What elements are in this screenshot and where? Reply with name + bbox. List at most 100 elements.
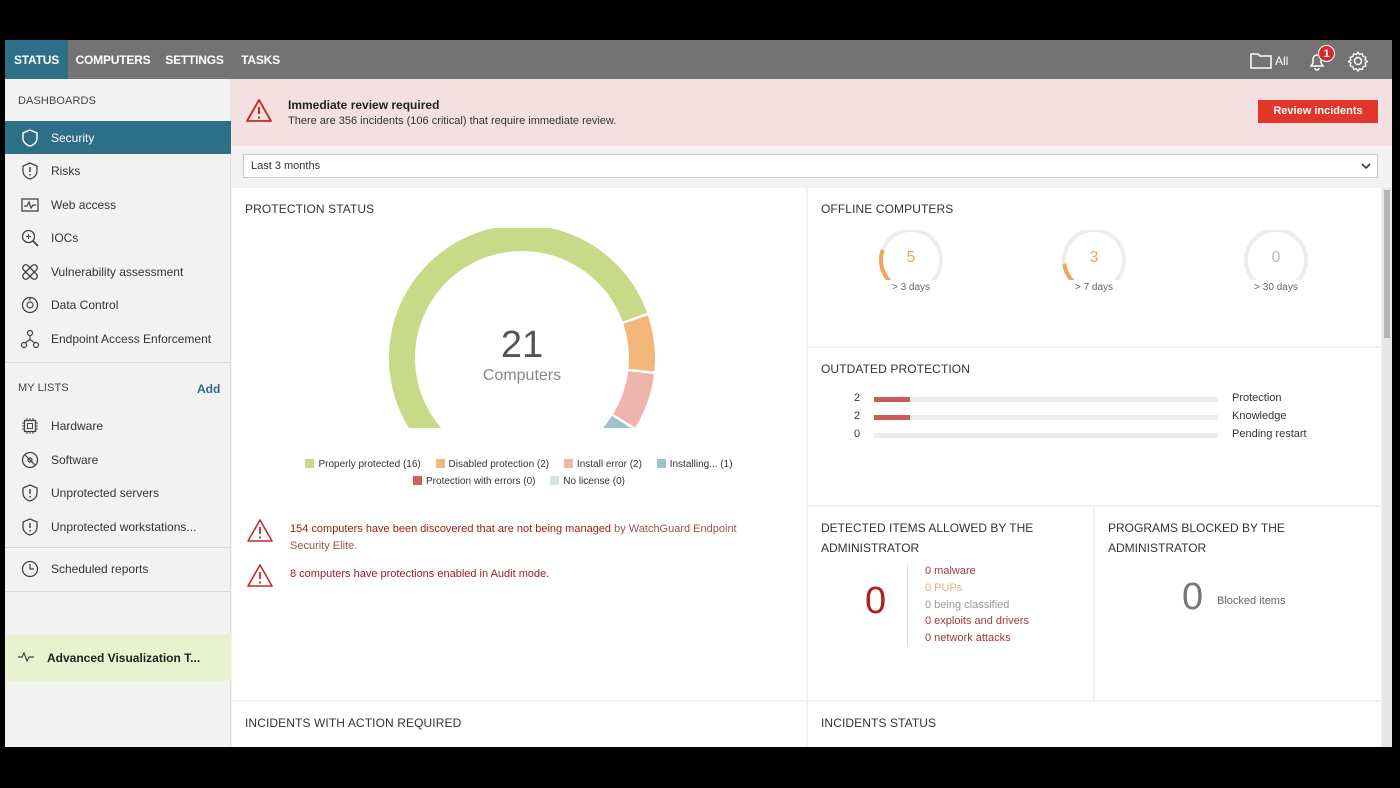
sidebar-item-unprotected-workstations[interactable]: Unprotected workstations... (5, 510, 231, 543)
offline-label: > 3 days (891, 282, 931, 293)
date-range-select[interactable]: Last 3 months (243, 154, 1378, 178)
sidebar-item-software[interactable]: Software (5, 443, 231, 476)
incidents-status-panel: INCIDENTS STATUS (808, 702, 1381, 747)
sidebar-item-data-control[interactable]: Data Control (5, 288, 231, 321)
tab-status[interactable]: STATUS (5, 40, 68, 79)
tab-settings[interactable]: SETTINGS (163, 40, 226, 79)
outdated-count: 2 (854, 392, 861, 404)
sidebar-item-label: Vulnerability assessment (51, 265, 184, 279)
outdated-row[interactable]: 0 Pending restart (808, 426, 1381, 444)
bandage-icon (20, 262, 40, 282)
outdated-label: Protection (1232, 392, 1282, 404)
detected-exploits-link[interactable]: 0 exploits and drivers (925, 615, 1029, 627)
detected-classifying-link[interactable]: 0 being classified (925, 599, 1009, 611)
blocked-total[interactable]: 0 (1182, 576, 1203, 619)
gauge-segment-installing[interactable] (602, 415, 631, 428)
gauge-total-label: Computers (483, 367, 561, 384)
gauge-segment-install-error[interactable] (612, 370, 654, 428)
sidebar-item-label: Scheduled reports (51, 562, 149, 576)
sidebar-item-label: IOCs (51, 231, 79, 245)
panel-title: PROGRAMS BLOCKED BY THE ADMINISTRATOR (1108, 521, 1285, 555)
outdated-protection-panel: OUTDATED PROTECTION 2 Protection 2 Knowl… (808, 348, 1381, 505)
gear-icon[interactable] (1347, 50, 1369, 77)
gauge-segment-disabled-protection[interactable] (623, 315, 655, 372)
panel-title: INCIDENTS WITH ACTION REQUIRED (245, 716, 462, 730)
legend-item[interactable]: Install error (2) (563, 456, 642, 473)
detected-total[interactable]: 0 (865, 580, 886, 623)
sidebar-item-scheduled-reports[interactable]: Scheduled reports (5, 552, 231, 585)
chip-icon (20, 416, 40, 436)
offline-ring-7-days[interactable]: 3 > 7 days (1034, 230, 1154, 293)
sidebar-item-label: Advanced Visualization T... (47, 651, 201, 665)
legend-item[interactable]: Installing... (1) (656, 456, 733, 473)
sidebar-item-label: Unprotected workstations... (51, 520, 197, 534)
offline-count: 5 (906, 249, 916, 266)
my-lists-heading: MY LISTS (18, 382, 69, 394)
sidebar-item-label: Security (51, 131, 95, 145)
panel-title: OFFLINE COMPUTERS (821, 202, 954, 216)
panel-title: OUTDATED PROTECTION (821, 362, 971, 376)
add-list-button[interactable]: Add (197, 382, 220, 396)
shield-alert-icon (20, 161, 40, 181)
outdated-bar-track (874, 415, 1218, 420)
sidebar-item-vulnerability-assessment[interactable]: Vulnerability assessment (5, 255, 231, 288)
outdated-row[interactable]: 2 Knowledge (808, 408, 1381, 426)
sidebar-divider (5, 547, 231, 548)
audit-mode-link[interactable]: 8 computers have protections enabled in … (290, 568, 549, 580)
sidebar-item-iocs[interactable]: IOCs (5, 221, 231, 254)
sidebar-item-security[interactable]: Security (5, 121, 231, 154)
shield-alert-icon (20, 483, 40, 503)
chevron-down-icon (1360, 155, 1372, 186)
outdated-bar-fill (874, 397, 911, 402)
warning-icon (246, 563, 274, 593)
sidebar-item-unprotected-servers[interactable]: Unprotected servers (5, 476, 231, 509)
detected-pups-link[interactable]: 0 PUPs (925, 582, 962, 594)
sidebar-item-risks[interactable]: Risks (5, 154, 231, 187)
sidebar-item-web-access[interactable]: Web access (5, 188, 231, 221)
sidebar-item-endpoint-access-enforcement[interactable]: Endpoint Access Enforcement (5, 322, 231, 355)
sidebar-item-advanced-visualization[interactable]: Advanced Visualization T... (5, 634, 231, 681)
network-icon (20, 329, 40, 349)
date-range-value: Last 3 months (251, 160, 321, 172)
sidebar-item-label: Endpoint Access Enforcement (51, 332, 212, 346)
gauge-total: 21 (501, 324, 543, 366)
divider (907, 565, 908, 645)
offline-ring-3-days[interactable]: 5 > 3 days (851, 230, 971, 293)
disc-icon (20, 450, 40, 470)
sidebar-item-hardware[interactable]: Hardware (5, 409, 231, 442)
computer-filter-label[interactable]: All (1275, 54, 1288, 68)
tab-tasks[interactable]: TASKS (236, 40, 285, 79)
clock-icon (20, 559, 40, 579)
panel-title: PROTECTION STATUS (245, 202, 375, 216)
legend-item[interactable]: Properly protected (16) (305, 456, 421, 473)
legend-item[interactable]: No license (0) (550, 473, 625, 490)
legend-item[interactable]: Protection with errors (0) (413, 473, 536, 490)
notification-badge[interactable]: 1 (1318, 45, 1335, 62)
legend-item[interactable]: Disabled protection (2) (435, 456, 549, 473)
top-nav-bar: STATUS COMPUTERS SETTINGS TASKS All 1 (5, 40, 1392, 79)
folder-icon[interactable] (1250, 51, 1272, 74)
detected-network-attacks-link[interactable]: 0 network attacks (925, 632, 1011, 644)
alert-message: There are 356 incidents (106 critical) t… (288, 115, 617, 127)
outdated-label: Knowledge (1232, 410, 1287, 422)
alert-title: Immediate review required (288, 98, 440, 112)
review-incidents-button[interactable]: Review incidents (1258, 100, 1378, 123)
unmanaged-computers-link[interactable]: 154 computers have been discovered that … (290, 523, 611, 535)
sidebar-item-label: Hardware (51, 419, 104, 433)
detected-malware-link[interactable]: 0 malware (925, 565, 976, 577)
panel-title: INCIDENTS STATUS (821, 716, 937, 730)
shield-icon (20, 128, 40, 148)
sidebar-divider (5, 362, 231, 363)
sidebar-item-label: Data Control (51, 298, 119, 312)
sidebar-item-label: Risks (51, 164, 81, 178)
sidebar-item-label: Unprotected servers (51, 486, 160, 500)
offline-count: 0 (1271, 249, 1281, 266)
outdated-row[interactable]: 2 Protection (808, 390, 1381, 408)
incident-alert-banner: Immediate review required There are 356 … (231, 79, 1392, 146)
offline-ring-30-days[interactable]: 0 > 30 days (1216, 230, 1336, 293)
offline-count: 3 (1089, 249, 1099, 266)
scrollbar-thumb[interactable] (1384, 190, 1390, 338)
tab-computers[interactable]: COMPUTERS (71, 40, 155, 79)
sidebar: DASHBOARDS Security Risks Web access IOC… (5, 79, 231, 747)
dashboards-heading: DASHBOARDS (18, 95, 97, 107)
